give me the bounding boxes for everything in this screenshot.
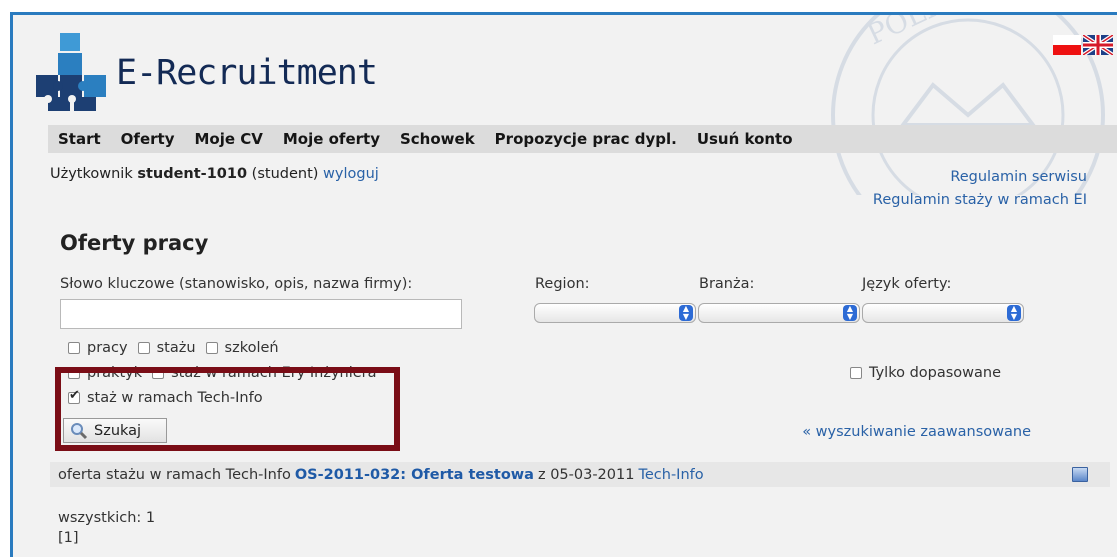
app-title: E-Recruitment [116,53,378,93]
user-info: Użytkownik student-1010 (student) wylogu… [50,166,379,182]
total-count: wszystkich: 1 [58,510,156,526]
en-flag-icon[interactable] [1083,35,1113,55]
checkbox-label: pracy [87,340,128,356]
region-select[interactable]: ▲ ▼ [534,303,696,323]
keyword-input[interactable] [60,299,462,329]
header: POLITECHNI E-Recruitment [13,12,1117,195]
advanced-search-link[interactable]: « wyszukiwanie zaawansowane [802,424,1031,440]
nav-moje-cv[interactable]: Moje CV [184,130,272,148]
region-label: Region: [535,276,590,292]
nav-propozycje[interactable]: Propozycje prac dypl. [485,130,687,148]
internship-rules-link[interactable]: Regulamin staży w ramach EI [873,189,1087,212]
nav-moje-oferty[interactable]: Moje oferty [273,130,390,148]
svg-text:POLITECHNI: POLITECHNI [862,12,1050,51]
result-company-link[interactable]: Tech-Info [638,467,703,483]
regulations-links: Regulamin serwisu Regulamin staży w rama… [873,166,1087,212]
keyword-label: Słowo kluczowe (stanowisko, opis, nazwa … [60,276,413,292]
language-select[interactable]: ▲ ▼ [862,303,1024,323]
page: POLITECHNI E-Recruitment [10,12,1117,557]
nav-start[interactable]: Start [48,130,111,148]
select-arrows-icon: ▲ ▼ [1007,305,1021,321]
checkbox-box[interactable] [68,342,80,354]
language-switcher [1053,35,1113,55]
nav-usun-konto[interactable]: Usuń konto [687,130,803,148]
checkbox-box[interactable] [137,342,150,354]
result-date: z 05-03-2011 [537,466,635,483]
user-prefix: Użytkownik [50,166,133,182]
select-arrows-icon: ▲ ▼ [679,305,693,321]
pagination[interactable]: [1] [58,528,155,548]
checkbox-only-matched[interactable]: Tylko dopasowane [850,365,1001,381]
industry-select[interactable]: ▲ ▼ [698,303,860,323]
page-title: Oferty pracy [60,231,209,255]
checkbox-label: stażu [156,340,196,356]
nav-oferty[interactable]: Oferty [111,130,185,148]
nav-schowek[interactable]: Schowek [390,130,485,148]
result-prefix: oferta stażu w ramach Tech-Info [58,466,291,483]
select-arrows-icon: ▲ ▼ [843,305,857,321]
checkbox-box[interactable] [205,342,218,354]
checkbox-label: Tylko dopasowane [869,365,1002,381]
result-title-link[interactable]: OS-2011-032: Oferta testowa [295,467,534,483]
highlight-box [55,367,400,451]
user-role: (student) [251,166,319,182]
checkbox-box[interactable] [850,367,862,379]
offer-type-checkboxes: pracy stażu szkoleń [68,340,289,356]
result-row: oferta stażu w ramach Tech-Info OS-2011-… [50,462,1110,487]
checkbox-pracy[interactable]: pracy [68,340,128,356]
checkbox-label: szkoleń [224,340,279,356]
industry-label: Branża: [699,276,755,292]
logout-link[interactable]: wyloguj [323,166,379,182]
checkbox-stazu[interactable]: stażu [137,340,196,356]
results-summary: wszystkich: 1 [1] [58,508,155,548]
checkbox-szkolen[interactable]: szkoleń [205,340,279,356]
browser-frame: POLITECHNI E-Recruitment [0,0,1117,557]
main-nav: Start Oferty Moje CV Moje oferty Schowek… [48,125,1117,153]
puzzle-logo-icon [36,33,106,111]
save-to-clipboard-icon[interactable] [1072,467,1088,482]
pl-flag-icon[interactable] [1053,35,1081,55]
user-name: student-1010 [137,166,248,182]
language-label: Język oferty: [862,276,952,292]
rules-link[interactable]: Regulamin serwisu [873,166,1087,189]
